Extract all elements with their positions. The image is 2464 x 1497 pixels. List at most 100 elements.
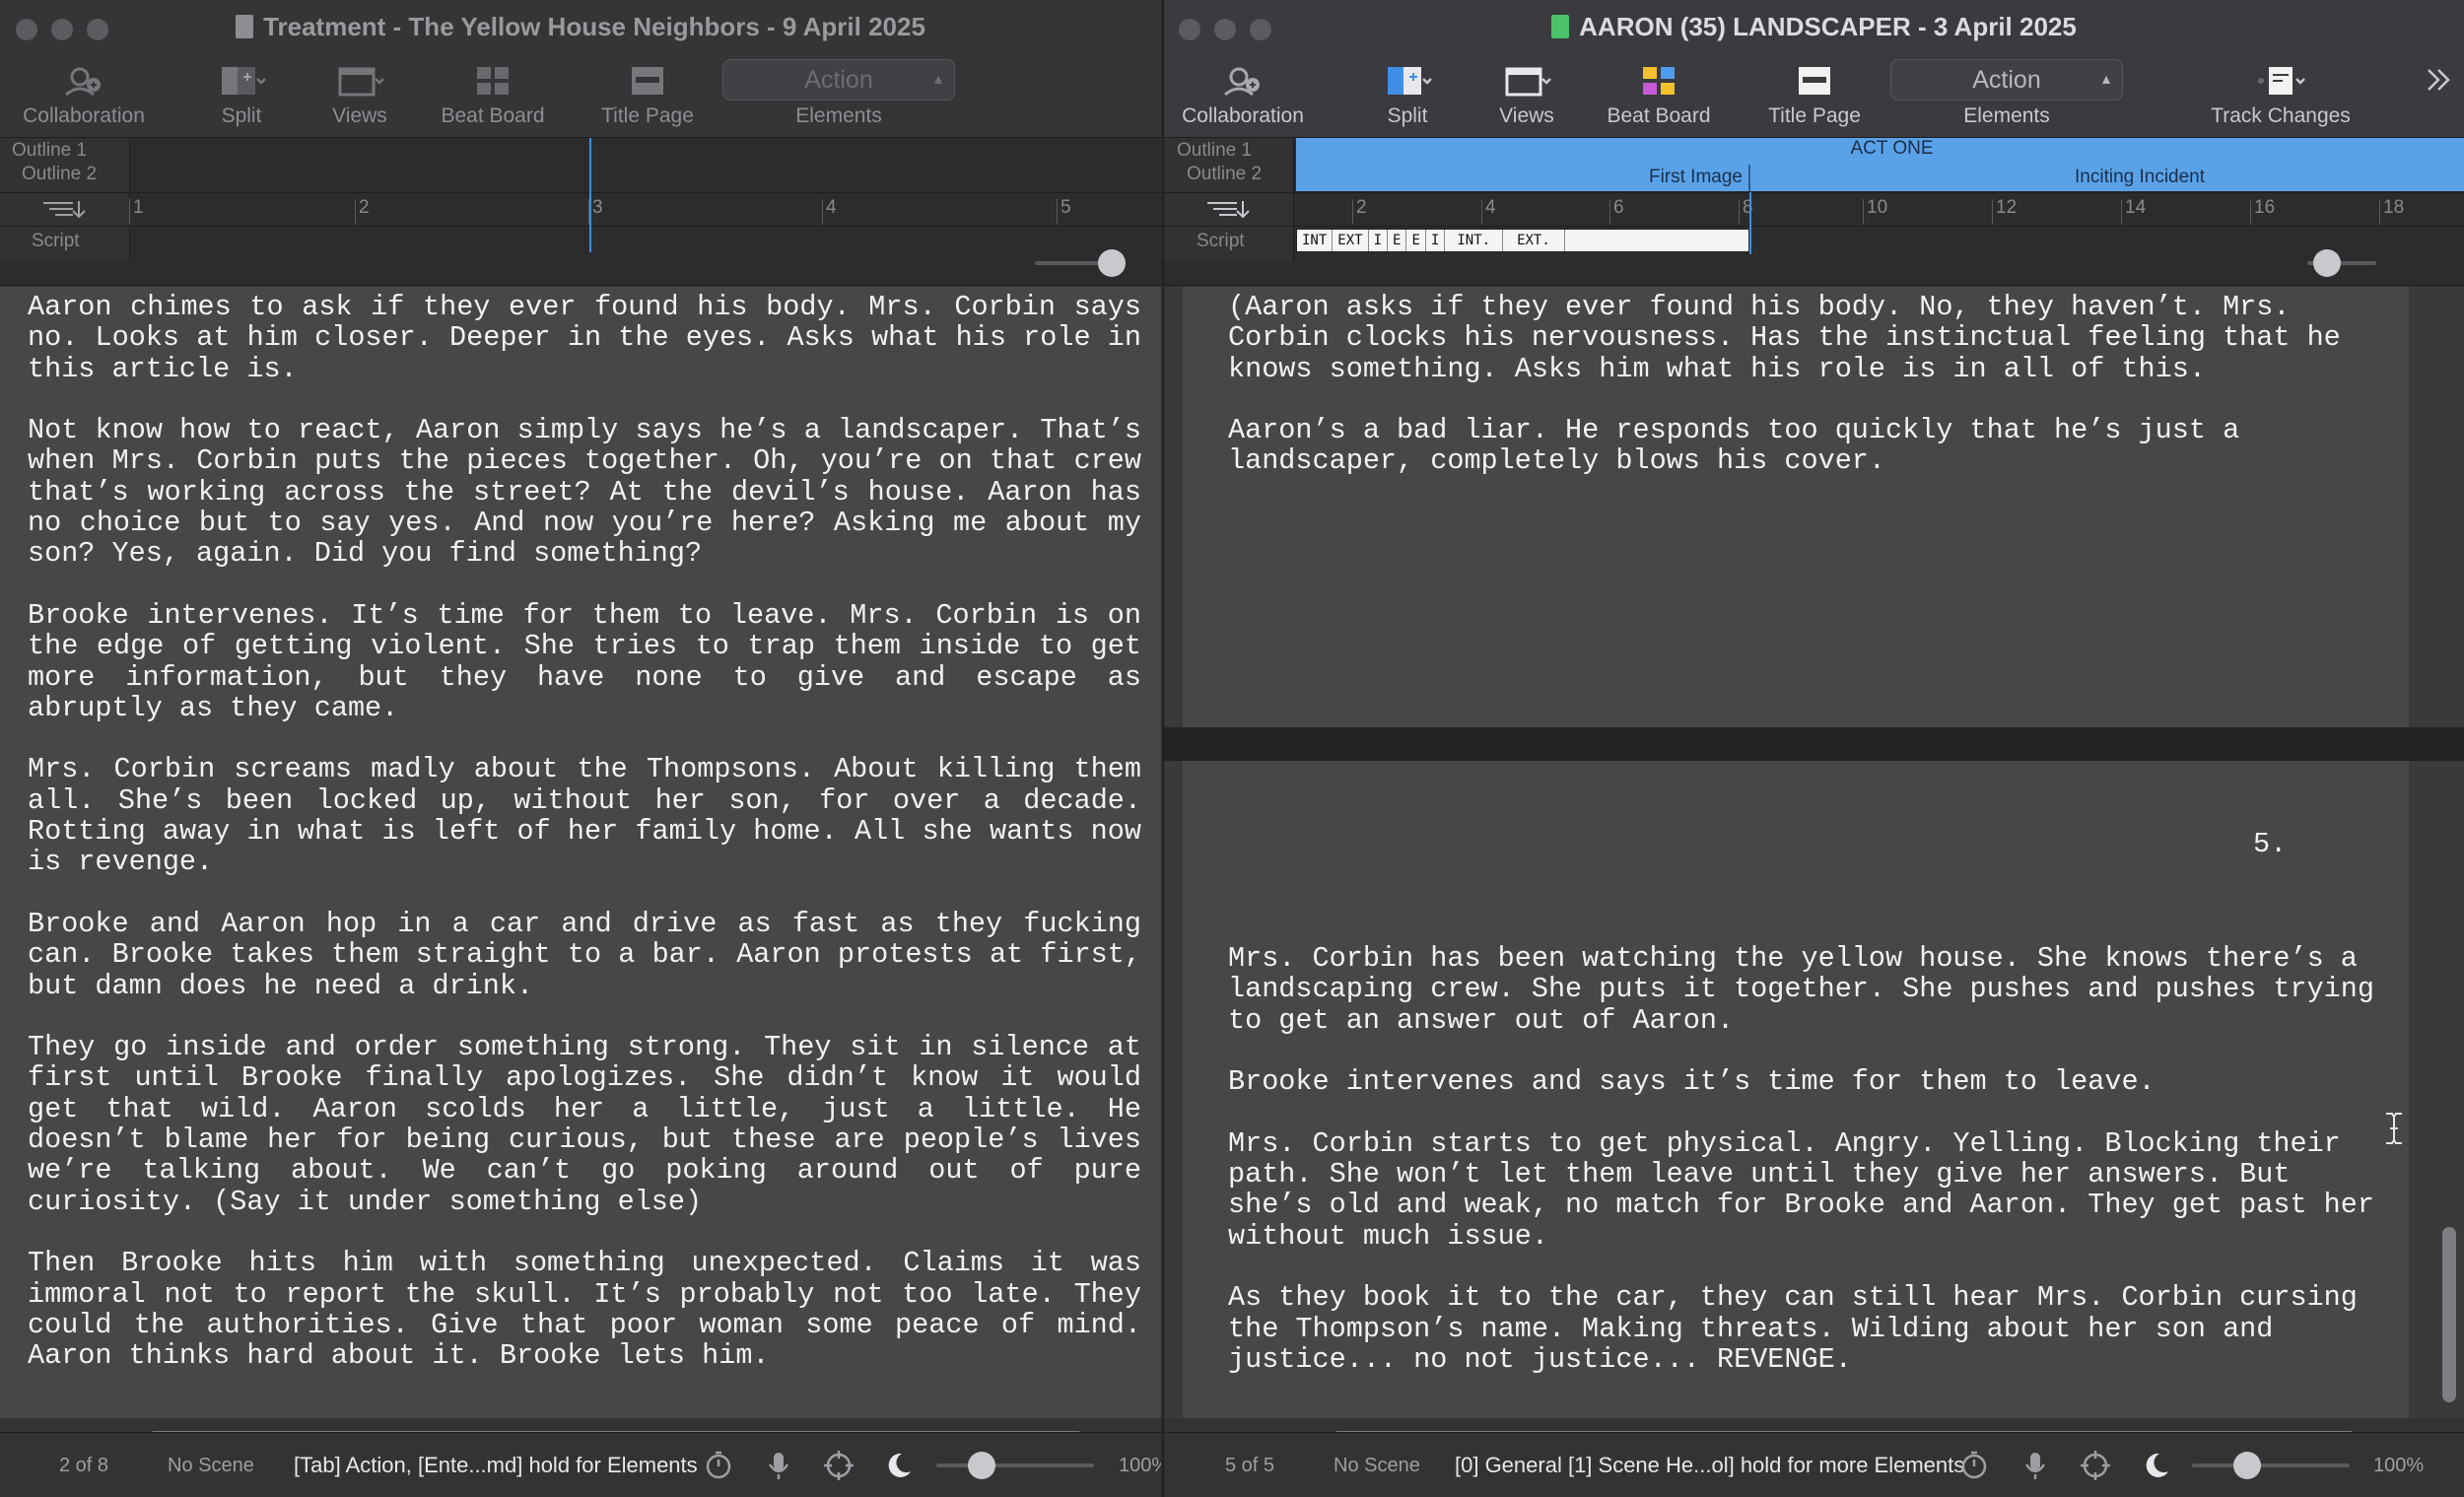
paragraph[interactable]: They go inside and order something stron…	[28, 1032, 1141, 1217]
ruler-settings-icon[interactable]	[1205, 199, 1253, 223]
script-page[interactable]: (Aaron asks if they ever found his body.…	[1183, 287, 2409, 730]
script-page[interactable]: 5. Mrs. Corbin has been watching the yel…	[1183, 761, 2409, 1418]
title-page-icon	[1799, 67, 1830, 95]
playhead-marker[interactable]	[1749, 192, 1751, 254]
status-bar: 2 of 8 No Scene [Tab] Action, [Ente...md…	[0, 1432, 1161, 1497]
paragraph[interactable]: Not know how to react, Aaron simply says…	[28, 415, 1141, 570]
scene-block[interactable]: I	[1369, 230, 1389, 251]
outline-ruler-area: Outline 1 Outline 2 Script ACT ONE First…	[1164, 138, 2464, 286]
script-page-text[interactable]: (Aaron asks if they ever found his body.…	[1228, 292, 2391, 508]
views-button[interactable]: Views	[320, 59, 399, 138]
scene-block[interactable]: EXT	[1333, 230, 1369, 251]
window-title: Treatment - The Yellow House Neighbors -…	[0, 12, 1161, 42]
outline2-label: Outline 2	[22, 164, 98, 184]
scene-block[interactable]: I	[1426, 230, 1446, 251]
element-type-value: Action	[1972, 66, 2041, 94]
element-type-select[interactable]: Action ▴	[722, 59, 955, 101]
paragraph[interactable]: Brooke intervenes and says it’s time for…	[1228, 1066, 2391, 1098]
script-page-text[interactable]: Mrs. Corbin has been watching the yellow…	[1228, 943, 2391, 1405]
page-zoom-track[interactable]	[936, 1463, 1094, 1467]
microphone-icon[interactable]	[2019, 1449, 2052, 1482]
page-count: 2 of 8	[59, 1455, 109, 1476]
timer-icon[interactable]	[702, 1449, 735, 1482]
focus-target-icon[interactable]	[2079, 1449, 2112, 1482]
ruler-tick: 5	[1057, 197, 1071, 225]
screenplay-window: AARON (35) LANDSCAPER - 3 April 2025 Col…	[1163, 0, 2464, 1497]
elements-control[interactable]: Action ▴ Elements	[722, 59, 955, 138]
up-down-chevron-icon: ▴	[2101, 71, 2110, 88]
collaboration-icon	[1224, 67, 1260, 97]
elements-label: Elements	[795, 104, 882, 127]
timeline-ruler[interactable]: 1 2 3 4 5	[0, 192, 1161, 227]
timeline-ruler[interactable]: 2 4 6 8 10 12 14 16 18	[1164, 192, 2464, 227]
paragraph[interactable]: Aaron’s a bad liar. He responds too quic…	[1228, 415, 2391, 477]
scene-indicator: No Scene	[168, 1455, 254, 1476]
scene-block[interactable]: E	[1388, 230, 1407, 251]
playhead-marker[interactable]	[589, 138, 591, 252]
page-zoom-knob[interactable]	[968, 1452, 995, 1479]
scene-strip[interactable]: INT EXT I E E I INT. EXT.	[1296, 229, 1749, 252]
paragraph[interactable]: Mrs. Corbin starts to get physical. Angr…	[1228, 1128, 2391, 1252]
timeline-zoom-knob[interactable]	[2313, 249, 2341, 277]
element-type-select[interactable]: Action ▴	[1890, 59, 2123, 101]
split-button[interactable]: Split	[202, 59, 281, 138]
paragraph[interactable]: Mrs. Corbin screams madly about the Thom…	[28, 754, 1141, 877]
scene-block[interactable]: INT	[1297, 230, 1334, 251]
views-button[interactable]: Views	[1487, 59, 1566, 138]
editor-area[interactable]: (Aaron asks if they ever found his body.…	[1164, 287, 2464, 1418]
scene-block[interactable]: E	[1406, 230, 1426, 251]
beat-board-label: Beat Board	[441, 104, 545, 127]
ruler-tick: 4	[822, 197, 837, 225]
zoom-percentage: 100%	[2373, 1455, 2425, 1476]
ruler-tick: 16	[2249, 197, 2276, 225]
vertical-scrollbar[interactable]	[2442, 1227, 2456, 1402]
views-label: Views	[332, 104, 387, 127]
collaboration-button[interactable]: Collaboration	[1182, 59, 1304, 138]
split-button[interactable]: Split	[1368, 59, 1447, 138]
paragraph[interactable]: Aaron chimes to ask if they ever found h…	[28, 292, 1141, 384]
page-zoom-track[interactable]	[2192, 1463, 2350, 1467]
timer-icon[interactable]	[1957, 1449, 1991, 1482]
beat-board-button[interactable]: Beat Board	[441, 59, 545, 138]
beat-board-button[interactable]: Beat Board	[1607, 59, 1711, 138]
paragraph[interactable]: (Aaron asks if they ever found his body.…	[1228, 292, 2391, 384]
page-zoom-knob[interactable]	[2233, 1452, 2261, 1479]
status-bar: 5 of 5 No Scene [0] General [1] Scene He…	[1164, 1432, 2464, 1497]
title-page-icon	[632, 67, 663, 95]
timeline-zoom-knob[interactable]	[1098, 249, 1126, 277]
dark-mode-icon[interactable]	[2140, 1449, 2173, 1482]
scene-block[interactable]: INT.	[1445, 230, 1504, 251]
window-title-text: Treatment - The Yellow House Neighbors -…	[263, 12, 925, 41]
microphone-icon[interactable]	[762, 1449, 795, 1482]
ruler-settings-icon[interactable]	[41, 199, 89, 223]
title-page-button[interactable]: Title Page	[601, 59, 694, 138]
track-changes-button[interactable]: Track Changes	[2197, 59, 2364, 138]
elements-control[interactable]: Action ▴ Elements	[1890, 59, 2123, 138]
ruler-tick: 3	[588, 197, 603, 225]
paragraph[interactable]: Brooke and Aaron hop in a car and drive …	[28, 909, 1141, 1001]
paragraph[interactable]: Then Brooke hits him with something unex…	[28, 1248, 1141, 1371]
ruler-tick: 2	[355, 197, 370, 225]
title-page-button[interactable]: Title Page	[1768, 59, 1861, 138]
toolbar-overflow-button[interactable]	[2421, 59, 2460, 138]
editor-area[interactable]: Aaron chimes to ask if they ever found h…	[0, 287, 1161, 1418]
focus-target-icon[interactable]	[822, 1449, 856, 1482]
paragraph[interactable]: As they book it to the car, they can sti…	[1228, 1282, 2391, 1375]
ruler-tick: 4	[1481, 197, 1496, 225]
beat-board-label: Beat Board	[1607, 104, 1711, 127]
ruler-tick: 2	[1352, 197, 1367, 225]
dark-mode-icon[interactable]	[882, 1449, 916, 1482]
page-count: 5 of 5	[1225, 1455, 1275, 1476]
ruler-tick: 1	[129, 197, 144, 225]
treatment-text[interactable]: Aaron chimes to ask if they ever found h…	[28, 292, 1141, 1402]
element-type-value: Action	[804, 66, 873, 94]
paragraph[interactable]: Brooke intervenes. It’s time for them to…	[28, 600, 1141, 723]
paragraph[interactable]: Mrs. Corbin has been watching the yellow…	[1228, 943, 2391, 1036]
document-icon	[1551, 15, 1570, 38]
inciting-incident-beat[interactable]: Inciting Incident	[1749, 165, 2464, 191]
first-image-beat[interactable]: First Image	[1296, 165, 1749, 191]
collaboration-button[interactable]: Collaboration	[23, 59, 145, 138]
scene-block[interactable]: EXT.	[1503, 230, 1565, 251]
toolbar: Collaboration Split Views Beat Board Tit…	[1164, 59, 2464, 138]
zoom-percentage: 100%	[1119, 1455, 1161, 1476]
